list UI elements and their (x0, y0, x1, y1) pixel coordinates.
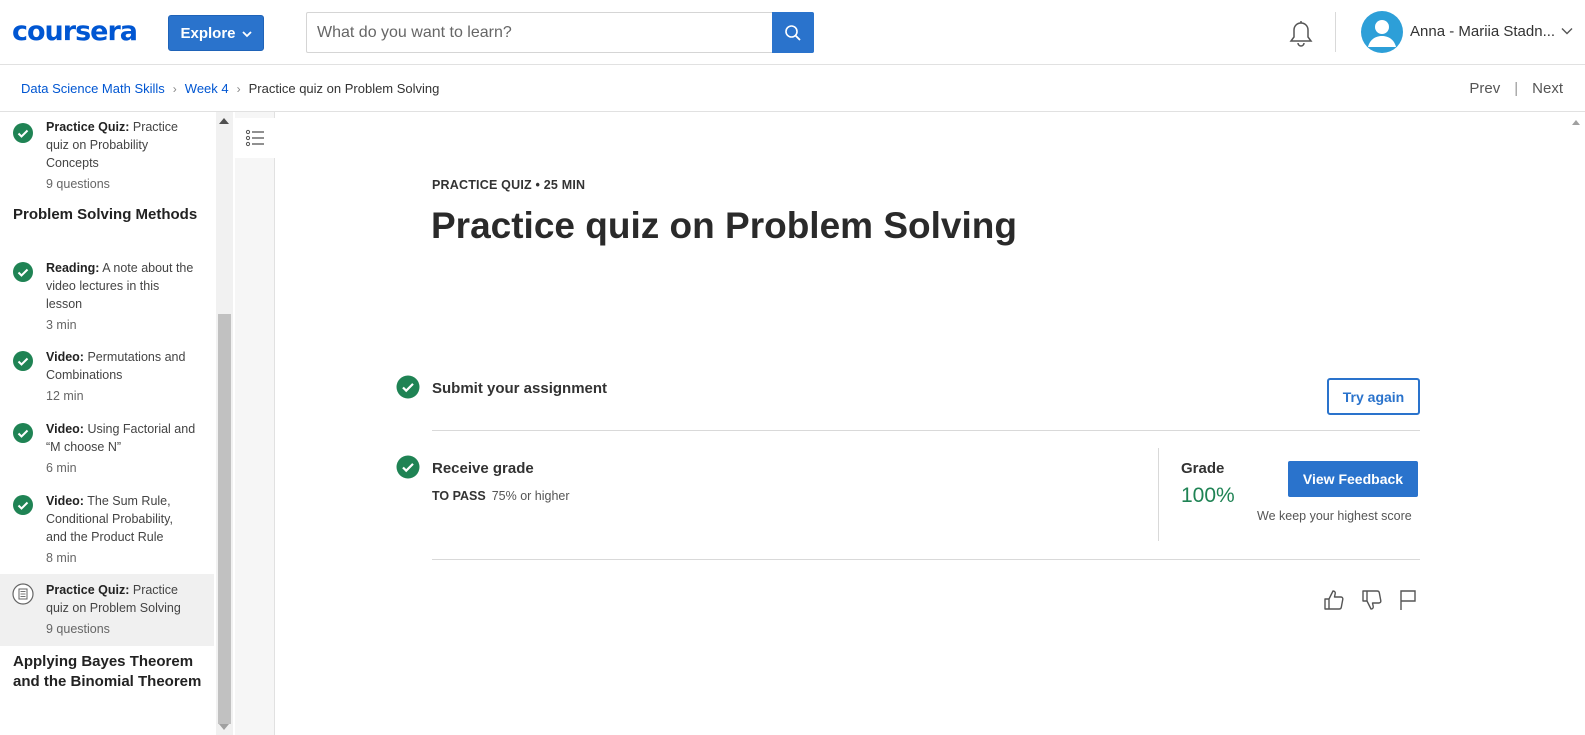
breadcrumb: Data Science Math Skills › Week 4 › Prac… (21, 81, 439, 96)
list-icon (245, 129, 264, 147)
search-box (306, 12, 814, 53)
grade-label: Grade (1181, 460, 1225, 477)
course-sidebar: Practice Quiz: Practice quiz on Probabil… (0, 112, 216, 735)
check-circle-icon (13, 423, 33, 443)
sidebar-item-type: Video: (46, 422, 84, 436)
check-circle-icon (13, 262, 33, 282)
thumbs-up-icon[interactable] (1322, 588, 1346, 612)
prev-link[interactable]: Prev (1469, 80, 1500, 97)
header-divider (1335, 12, 1336, 52)
next-link[interactable]: Next (1532, 80, 1563, 97)
sidebar-item-text: Practice Quiz: Practice quiz on Probabil… (46, 118, 196, 193)
sidebar-item-text: Practice Quiz: Practice quiz on Problem … (46, 581, 196, 638)
divider (432, 559, 1420, 560)
check-circle-icon (13, 495, 33, 515)
to-pass-info: TO PASS 75% or higher (432, 489, 570, 503)
sidebar-item-meta: 9 questions (46, 622, 110, 636)
receive-grade-label: Receive grade (432, 460, 534, 477)
quiz-eyebrow: PRACTICE QUIZ • 25 MIN (432, 178, 586, 192)
check-circle-icon (396, 375, 420, 399)
sidebar-scrollbar[interactable] (216, 112, 233, 735)
chevron-down-icon (241, 30, 252, 37)
sidebar-item-meta: 3 min (46, 318, 77, 332)
avatar[interactable] (1361, 11, 1403, 53)
grade-divider (1158, 448, 1159, 541)
sidebar-section-heading: Problem Solving Methods (13, 206, 198, 223)
explore-label: Explore (180, 24, 236, 42)
check-circle-icon (13, 123, 33, 143)
toc-toggle-button[interactable] (235, 118, 275, 158)
breadcrumb-bar: Data Science Math Skills › Week 4 › Prac… (0, 65, 1585, 112)
breadcrumb-week[interactable]: Week 4 (185, 81, 229, 96)
sidebar-item-type: Reading: (46, 261, 100, 275)
chevron-right-icon: › (172, 81, 177, 96)
sidebar-item-text: Video: Permutations and Combinations 12 m… (46, 348, 196, 405)
scroll-down-arrow-icon[interactable] (219, 724, 229, 730)
thumbs-down-icon[interactable] (1360, 588, 1384, 612)
bell-icon[interactable] (1288, 20, 1314, 48)
check-circle-icon (396, 455, 420, 479)
prev-next-nav: Prev | Next (1469, 80, 1563, 97)
view-feedback-button[interactable]: View Feedback (1288, 461, 1418, 497)
divider (432, 430, 1420, 431)
submit-assignment-label: Submit your assignment (432, 380, 608, 397)
search-icon (785, 24, 801, 41)
sidebar-item-meta: 12 min (46, 389, 84, 403)
page-title: Practice quiz on Problem Solving (431, 205, 1017, 246)
sidebar-item-text: Video: The Sum Rule, Conditional Probabi… (46, 492, 196, 567)
scroll-up-arrow-icon[interactable] (1572, 120, 1580, 125)
check-circle-icon (13, 351, 33, 371)
to-pass-value: 75% or higher (491, 489, 570, 503)
sidebar-item-meta: 6 min (46, 461, 77, 475)
toc-column (235, 112, 275, 735)
nav-divider: | (1514, 80, 1519, 97)
sidebar-item-text: Reading: A note about the video lectures… (46, 259, 196, 334)
try-again-button[interactable]: Try again (1327, 378, 1420, 415)
top-header: coursera Explore Anna - Mariia Stadn... (0, 0, 1585, 65)
grade-value: 100% (1181, 484, 1235, 507)
flag-icon[interactable] (1396, 588, 1420, 612)
sidebar-item-type: Video: (46, 494, 84, 508)
quiz-icon (12, 583, 34, 605)
sidebar-item-meta: 9 questions (46, 177, 110, 191)
coursera-logo[interactable]: coursera (12, 16, 138, 47)
keep-score-note: We keep your highest score (1257, 509, 1412, 523)
search-input[interactable] (307, 13, 771, 52)
scroll-up-arrow-icon[interactable] (219, 118, 229, 124)
sidebar-section-heading: Applying Bayes Theorem and the Binomial … (13, 653, 202, 690)
breadcrumb-current: Practice quiz on Problem Solving (248, 81, 440, 96)
to-pass-label: TO PASS (432, 489, 486, 503)
scrollbar-thumb[interactable] (218, 314, 231, 724)
main-scrollbar[interactable] (1568, 112, 1585, 735)
sidebar-item-type: Video: (46, 350, 84, 364)
chevron-down-icon[interactable] (1561, 25, 1573, 37)
sidebar-item-type: Practice Quiz: (46, 120, 130, 134)
breadcrumb-course[interactable]: Data Science Math Skills (21, 81, 165, 96)
sidebar-item-text: Video: Using Factorial and “M choose N” 6… (46, 420, 196, 477)
sidebar-item-meta: 8 min (46, 551, 77, 565)
chevron-right-icon: › (236, 81, 241, 96)
search-button[interactable] (772, 12, 814, 53)
sidebar-item-type: Practice Quiz: (46, 583, 130, 597)
user-name[interactable]: Anna - Mariia Stadn... (1410, 23, 1555, 40)
user-icon (1368, 20, 1396, 47)
explore-button[interactable]: Explore (168, 15, 264, 51)
